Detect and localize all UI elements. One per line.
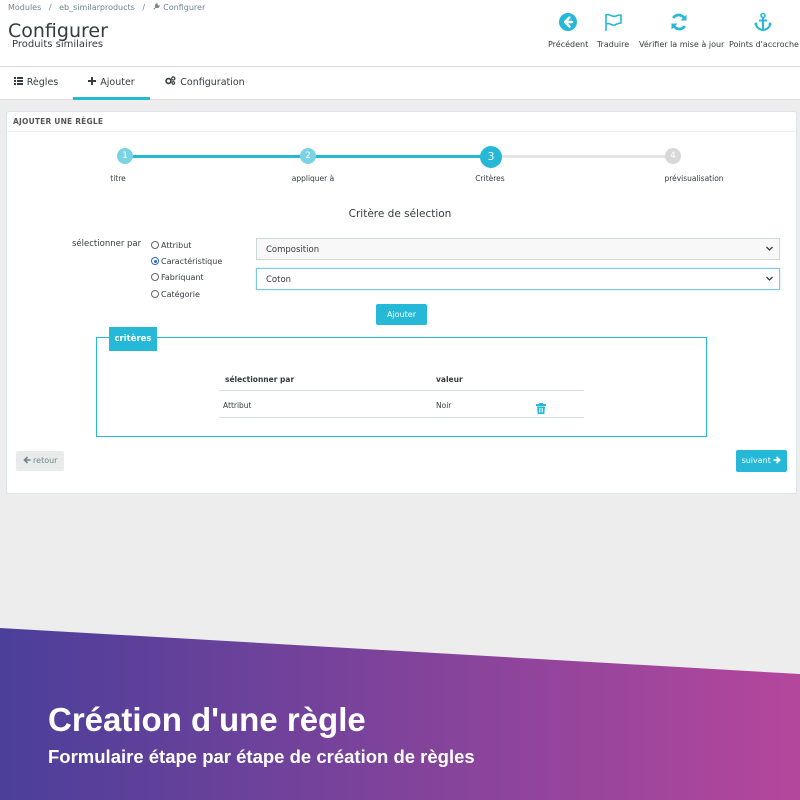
radio-manufacturer[interactable]: Fabriquant: [151, 273, 204, 282]
radio-attribute[interactable]: Attribut: [151, 241, 191, 250]
row-value-cell: Noir: [436, 401, 452, 410]
back-toolbar-button[interactable]: Précédent: [548, 12, 588, 49]
select-by-label: sélectionner par: [72, 239, 142, 249]
radio-feature-control[interactable]: [151, 257, 159, 265]
radio-feature[interactable]: Caractéristique: [151, 257, 222, 266]
radio-category-label: Catégorie: [161, 290, 200, 299]
breadcrumb-separator: /: [142, 3, 146, 12]
step-1-label: titre: [110, 174, 126, 183]
radio-category-control[interactable]: [151, 290, 159, 298]
tab-add[interactable]: Ajouter: [73, 67, 150, 100]
chevron-down-icon: [765, 244, 774, 256]
chevron-down-icon: [765, 274, 774, 286]
back-toolbar-label: Précédent: [548, 40, 589, 49]
back-button[interactable]: retour: [16, 451, 64, 471]
anchor-icon: [729, 12, 796, 36]
radio-attribute-label: Attribut: [161, 241, 192, 250]
flag-icon: [596, 12, 630, 36]
translate-toolbar-label: Traduire: [596, 40, 630, 49]
breadcrumb-item-current: Configurer: [163, 3, 206, 12]
step-3-label: Critères: [475, 174, 505, 183]
banner-title: Création d'une règle: [48, 701, 366, 738]
step-3-dot: 3: [480, 146, 502, 168]
next-button-label: suivant: [741, 456, 771, 465]
arrow-left-icon: [22, 456, 31, 465]
step-4-dot: 4: [665, 148, 681, 164]
feature-select-value: Composition: [266, 245, 320, 255]
radio-category[interactable]: Catégorie: [151, 290, 200, 299]
tab-configuration[interactable]: Configuration: [159, 67, 251, 100]
page-header: Modules / eb_similarproducts / Configure…: [0, 0, 800, 67]
arrow-circle-left-icon: [548, 12, 588, 36]
tab-rules-label: Règles: [26, 77, 59, 88]
hooks-toolbar-button[interactable]: Points d'accroche: [729, 12, 799, 49]
trash-icon[interactable]: [536, 399, 546, 418]
radio-feature-label: Caractéristique: [161, 257, 223, 266]
banner-subtitle: Formulaire étape par étape de création d…: [48, 746, 475, 767]
tab-configuration-label: Configuration: [180, 77, 245, 88]
breadcrumb-separator: /: [48, 3, 52, 12]
refresh-icon: [639, 12, 719, 36]
radio-attribute-control[interactable]: [151, 241, 159, 249]
tab-rules[interactable]: Règles: [0, 67, 72, 100]
list-icon: [13, 67, 23, 98]
step-2-dot: 2: [300, 148, 316, 164]
table-header-divider: [219, 390, 584, 391]
arrow-right-icon: [773, 456, 782, 465]
gears-icon: [165, 67, 176, 98]
wrench-icon: [152, 3, 163, 12]
plus-icon: [88, 67, 97, 98]
tab-bar: Règles Ajouter Configuration: [0, 67, 800, 100]
breadcrumb: Modules / eb_similarproducts / Configure…: [8, 3, 210, 12]
step-1-dot: 1: [117, 148, 133, 164]
radio-manufacturer-label: Fabriquant: [161, 273, 204, 282]
feature-value-select[interactable]: Coton: [256, 268, 780, 290]
translate-toolbar-button[interactable]: Traduire: [596, 12, 630, 49]
step-progress-line-pending: [491, 155, 673, 158]
feature-value-select-value: Coton: [266, 275, 292, 285]
add-criterion-button[interactable]: Ajouter: [376, 304, 427, 325]
row-select-by-cell: Attribut: [223, 401, 252, 410]
criteria-fieldset: [96, 337, 707, 437]
column-header-select-by: sélectionner par: [225, 375, 295, 384]
page-subtitle: Produits similaires: [12, 39, 104, 50]
tab-add-label: Ajouter: [100, 77, 135, 88]
section-title: Critère de sélection: [348, 208, 452, 220]
next-button[interactable]: suivant: [736, 450, 787, 472]
back-button-label: retour: [33, 456, 58, 465]
step-4-label: prévisualisation: [664, 174, 724, 183]
radio-manufacturer-control[interactable]: [151, 273, 159, 281]
check-update-toolbar-label: Vérifier la mise à jour: [639, 40, 725, 49]
column-header-value: valeur: [436, 375, 463, 384]
feature-select[interactable]: Composition: [256, 238, 780, 260]
breadcrumb-item-modules[interactable]: Modules: [8, 3, 41, 12]
table-row-divider: [219, 417, 584, 418]
step-2-label: appliquer à: [291, 174, 335, 183]
panel-heading: AJOUTER UNE RÈGLE: [7, 112, 796, 132]
breadcrumb-item-module[interactable]: eb_similarproducts: [59, 3, 135, 12]
check-update-toolbar-button[interactable]: Vérifier la mise à jour: [639, 12, 724, 49]
criteria-legend: critères: [109, 327, 157, 351]
hooks-toolbar-label: Points d'accroche: [729, 40, 799, 49]
